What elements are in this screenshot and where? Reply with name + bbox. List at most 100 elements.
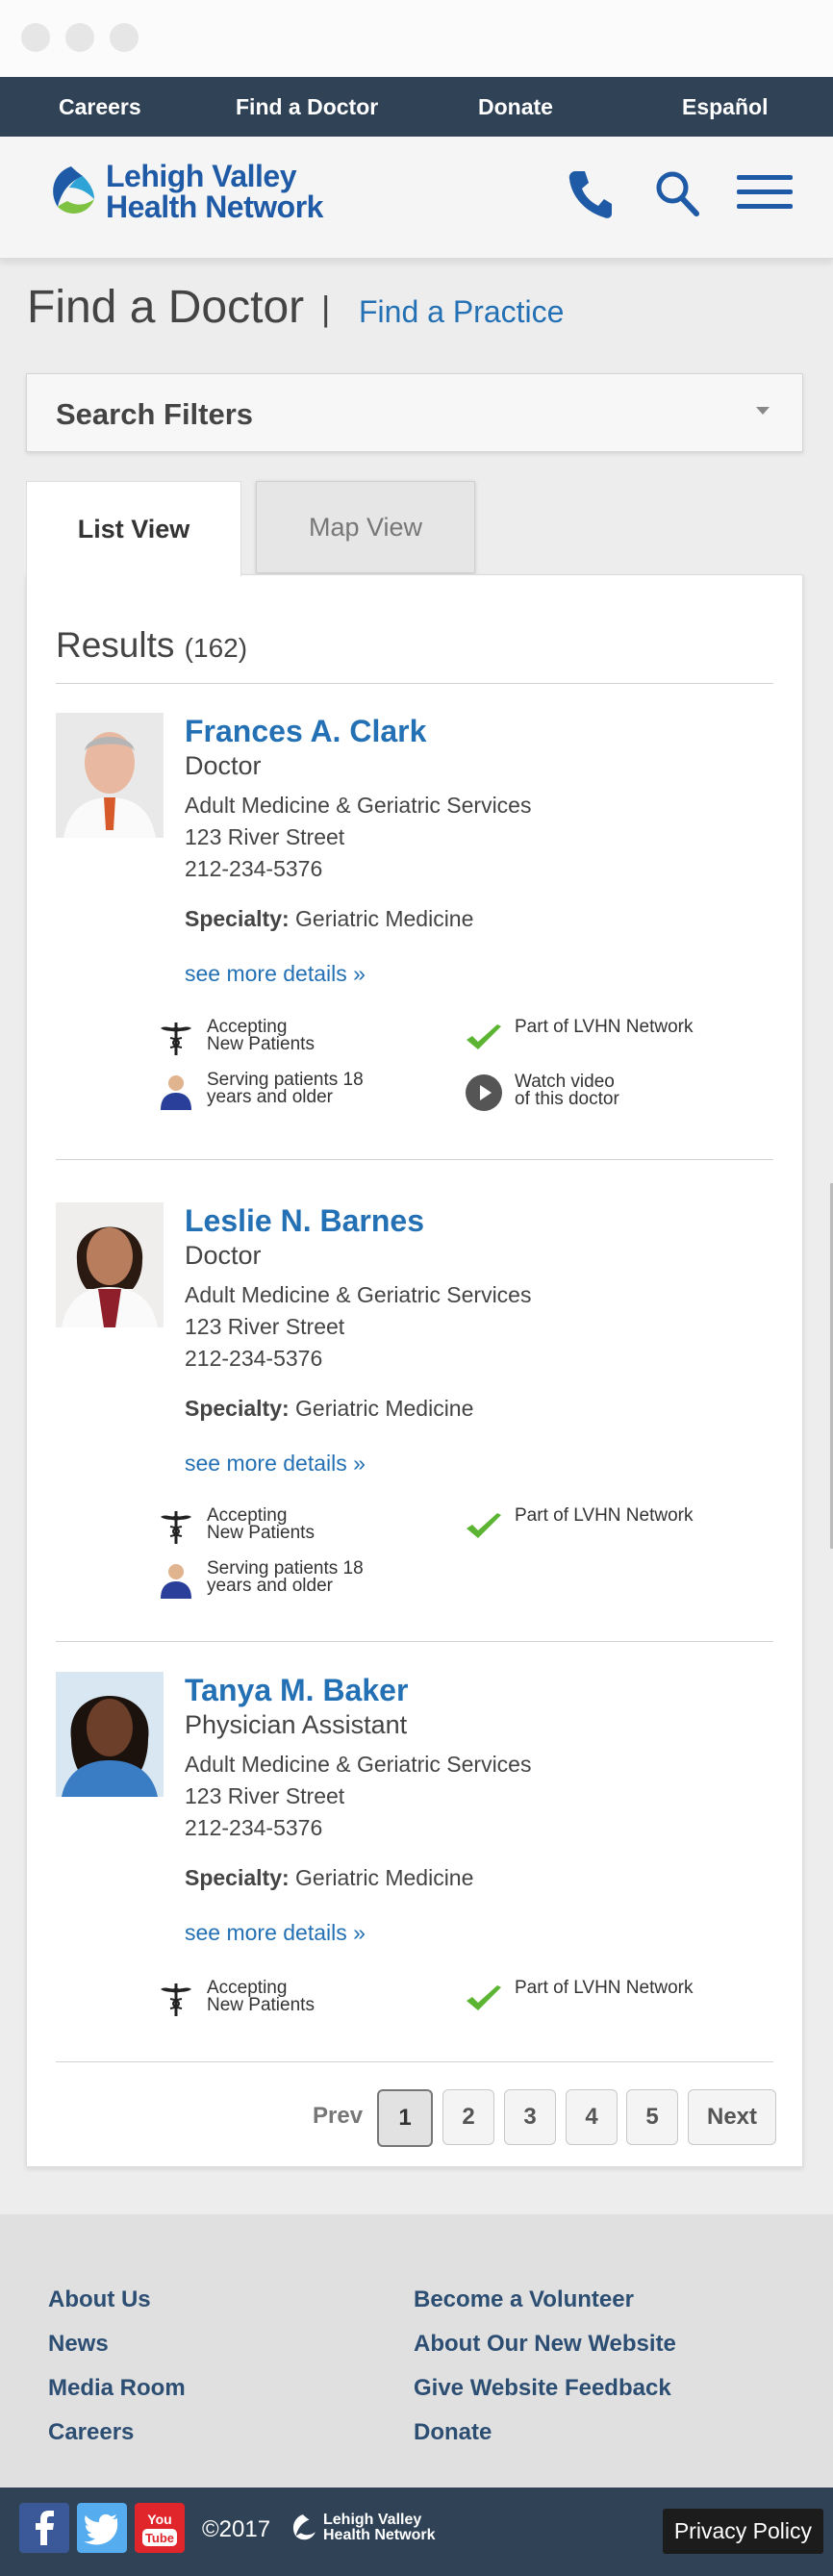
footer-logo-line-1: Lehigh Valley [323,2512,422,2528]
facebook-icon[interactable] [19,2503,69,2553]
results-heading: Results (162) [56,625,247,666]
find-practice-link[interactable]: Find a Practice [359,294,564,330]
page-5-button[interactable]: 5 [626,2089,678,2145]
window-maximize-dot[interactable] [110,23,139,52]
copyright: ©2017 [202,2516,271,2542]
footer-about-us-link[interactable]: About Us [48,2286,151,2313]
footer-donate-link[interactable]: Donate [414,2419,492,2446]
results-count: (162) [184,633,248,663]
badge-text: years and older [207,1087,333,1107]
doctor-name-link[interactable]: Frances A. Clark [185,713,531,749]
doctor-phone[interactable]: 212-234-5376 [185,853,531,885]
play-icon[interactable] [465,1073,503,1112]
doctor-phone[interactable]: 212-234-5376 [185,1812,531,1844]
tab-list-view[interactable]: List View [26,481,241,576]
badge-text: Part of LVHN Network [515,1017,694,1037]
page-1-button[interactable]: 1 [377,2089,433,2147]
phone-icon[interactable] [568,169,614,219]
doctor-name-link[interactable]: Leslie N. Barnes [185,1202,531,1239]
bottom-bar: You Tube ©2017 Lehigh Valley Health Netw… [0,2488,833,2576]
youtube-icon[interactable]: You Tube [135,2503,185,2553]
see-more-details-link[interactable]: see more details » [185,961,531,987]
page-4-button[interactable]: 4 [566,2089,618,2145]
doctor-card: Leslie N. Barnes Doctor Adult Medicine &… [56,1202,773,1606]
badge-text: Part of LVHN Network [515,1505,694,1526]
badge-text: of this doctor [515,1089,619,1109]
badge-text: years and older [207,1576,333,1596]
doctor-specialty: Specialty: Geriatric Medicine [185,906,531,932]
nav-donate-link[interactable]: Donate [478,94,553,120]
serving-adults-badge: Serving patients 18 years and older [157,1071,364,1110]
logo-line-1: Lehigh Valley [106,159,297,193]
twitter-icon[interactable] [77,2503,127,2553]
search-filters-toggle[interactable]: Search Filters [26,373,803,452]
checkmark-icon [467,1513,501,1538]
doctor-department: Adult Medicine & Geriatric Services [185,793,532,818]
menu-icon[interactable] [737,169,793,215]
window-close-dot[interactable] [21,23,50,52]
badge-text: Part of LVHN Network [515,1978,694,1998]
site-header: Lehigh Valley Health Network [0,137,833,260]
checkmark-icon [467,1985,501,2010]
accepting-new-patients-badge: Accepting New Patients [157,1979,315,2018]
page-3-button[interactable]: 3 [504,2089,556,2145]
watch-video-badge[interactable]: Watch video of this doctor [465,1073,619,1112]
divider [56,1641,773,1642]
specialty-value: Geriatric Medicine [295,1396,474,1421]
accepting-new-patients-badge: Accepting New Patients [157,1506,315,1546]
search-icon[interactable] [654,169,700,219]
tab-map-view[interactable]: Map View [256,481,475,573]
nav-espanol-link[interactable]: Español [682,94,768,120]
logo-text: Lehigh Valley Health Network [106,161,323,222]
doctor-photo[interactable] [56,1202,164,1327]
pagination-prev[interactable]: Prev [313,2103,363,2130]
results-panel: Results (162) Frances A. Clark Doctor Ad… [26,574,803,2167]
badge-text: New Patients [207,1034,315,1054]
see-more-details-link[interactable]: see more details » [185,1920,531,1946]
nav-find-doctor-link[interactable]: Find a Doctor [236,94,378,120]
specialty-value: Geriatric Medicine [295,906,474,931]
footer-logo[interactable]: Lehigh Valley Health Network [289,2513,435,2543]
title-separator: | [321,289,331,328]
footer-media-room-link[interactable]: Media Room [48,2375,186,2402]
privacy-policy-link[interactable]: Privacy Policy [662,2509,823,2554]
page-2-button[interactable]: 2 [442,2089,494,2145]
footer-news-link[interactable]: News [48,2331,109,2358]
checkmark-icon [467,1024,501,1049]
caduceus-icon [161,1511,191,1544]
lvhn-network-badge: Part of LVHN Network [465,1505,694,1546]
see-more-details-link[interactable]: see more details » [185,1451,531,1477]
person-icon [161,1075,191,1110]
specialty-label: Specialty: [185,1865,290,1890]
lvhn-network-badge: Part of LVHN Network [465,1978,694,2018]
divider [56,1159,773,1160]
youtube-text-you: You [147,2512,171,2527]
badge-text: New Patients [207,1995,315,2015]
divider [56,683,773,684]
pagination: Prev 1 2 3 4 5 Next [0,2089,833,2149]
footer-feedback-link[interactable]: Give Website Feedback [414,2375,671,2402]
doctor-role: Doctor [185,1241,262,1270]
lvhn-logo[interactable]: Lehigh Valley Health Network [44,161,323,222]
search-filters-label: Search Filters [56,397,254,431]
logo-mark-icon [53,166,94,214]
doctor-photo[interactable] [56,713,164,838]
doctor-phone[interactable]: 212-234-5376 [185,1343,531,1375]
doctor-address: 123 River Street [185,1783,345,1808]
footer-new-website-link[interactable]: About Our New Website [414,2331,676,2358]
caduceus-icon [161,1023,191,1055]
pagination-next[interactable]: Next [688,2089,776,2145]
window-minimize-dot[interactable] [65,23,94,52]
footer-volunteer-link[interactable]: Become a Volunteer [414,2286,634,2313]
doctor-name-link[interactable]: Tanya M. Baker [185,1672,531,1708]
accepting-new-patients-badge: Accepting New Patients [157,1018,315,1057]
badge-text: New Patients [207,1523,315,1543]
doctor-info: Tanya M. Baker Physician Assistant Adult… [185,1672,531,1946]
youtube-text-tube: Tube [145,2531,174,2545]
footer-logo-line-2: Health Network [323,2527,436,2543]
footer-careers-link[interactable]: Careers [48,2419,134,2446]
specialty-label: Specialty: [185,906,290,931]
logo-mark-icon [292,2514,316,2540]
nav-careers-link[interactable]: Careers [59,94,141,120]
doctor-photo[interactable] [56,1672,164,1797]
